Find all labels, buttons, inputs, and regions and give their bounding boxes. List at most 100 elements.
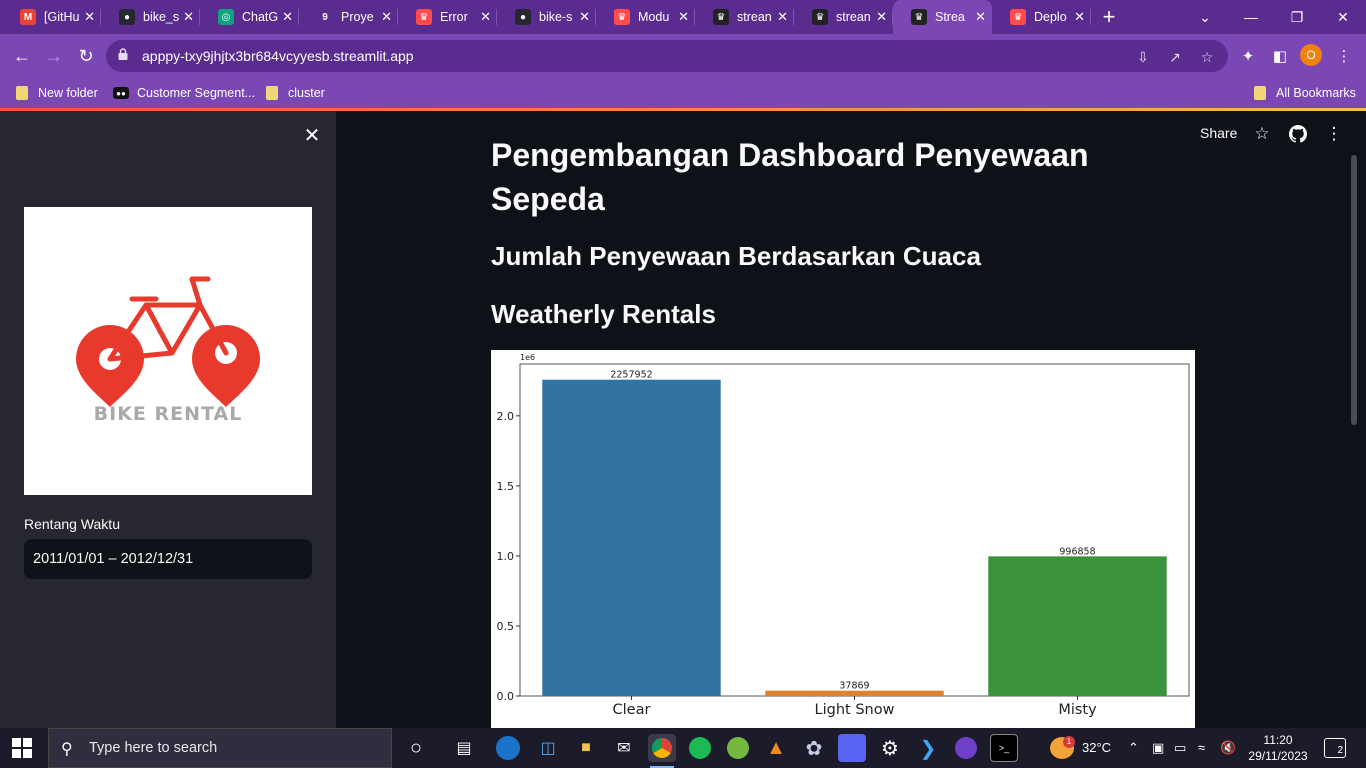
spotify-icon[interactable]: [686, 734, 714, 762]
settings-gear-icon[interactable]: ⚙: [876, 734, 904, 762]
bookmark-star-icon[interactable]: ☆: [1198, 48, 1216, 66]
install-app-icon[interactable]: ⇩: [1134, 48, 1152, 66]
tab-title: Proye: [341, 10, 374, 24]
share-page-icon[interactable]: ↗: [1166, 48, 1184, 66]
close-tab-icon[interactable]: ✕: [678, 9, 689, 25]
close-tab-icon[interactable]: ✕: [777, 9, 788, 25]
tab-search-icon[interactable]: ⌄: [1182, 0, 1228, 34]
battery-icon[interactable]: ▭: [1174, 740, 1186, 756]
new-tab-button[interactable]: +: [1091, 4, 1127, 30]
browser-tab[interactable]: 9 Proye ✕: [299, 0, 398, 34]
close-tab-icon[interactable]: ✕: [975, 9, 986, 25]
close-tab-icon[interactable]: ✕: [84, 9, 95, 25]
y-tick-label: 2.0: [497, 410, 515, 423]
weather-temp[interactable]: 32°C: [1082, 740, 1111, 755]
app-swirl-icon[interactable]: ✿: [800, 734, 828, 762]
mail-icon[interactable]: ✉: [610, 734, 638, 762]
browser-tab[interactable]: ♛ Error ✕: [398, 0, 497, 34]
file-explorer-icon[interactable]: ■: [572, 734, 600, 762]
tab-title: ChatG: [242, 10, 279, 24]
close-tab-icon[interactable]: ✕: [876, 9, 887, 25]
all-bookmarks[interactable]: All Bookmarks: [1254, 83, 1356, 103]
tab-list: M [GitHu ✕ ● bike_s ✕ ◎ ChatG ✕ 9 Proye ✕ ♛ Error ✕ ● bi…: [0, 0, 1091, 34]
weather-bar-chart: 0.0 0.5 1.0 1.5 2.0 1e6 2257952 Clear 37869 Light…: [491, 350, 1195, 728]
scrollbar[interactable]: [1351, 155, 1357, 425]
minimize-button[interactable]: —: [1228, 0, 1274, 34]
terminal-icon[interactable]: >_: [990, 734, 1018, 762]
close-tab-icon[interactable]: ✕: [1074, 9, 1085, 25]
utorrent-icon[interactable]: [724, 734, 752, 762]
medium-icon: ●●: [113, 87, 129, 99]
browser-tab[interactable]: M [GitHu ✕: [2, 0, 101, 34]
forward-icon[interactable]: →: [42, 44, 66, 68]
taskbar-clock[interactable]: 11:20 29/11/2023: [1248, 732, 1308, 764]
extensions-icon[interactable]: ✦: [1236, 44, 1260, 68]
bar: [542, 379, 721, 696]
windows-start-icon[interactable]: [12, 738, 32, 758]
clock-date: 29/11/2023: [1248, 749, 1308, 763]
bar-value-label: 996858: [1059, 546, 1095, 557]
url-field[interactable]: apppy-txy9jhjtx3br684vcyyesb.streamlit.a…: [106, 40, 1228, 72]
browser-tab[interactable]: ♛ Deplo ✕: [992, 0, 1091, 34]
tab-title: bike_s: [143, 10, 180, 24]
streamlit-crown-icon: ♛: [812, 9, 828, 25]
share-button[interactable]: Share: [1200, 125, 1237, 141]
meet-now-icon[interactable]: ▣: [1152, 740, 1164, 756]
date-range-input[interactable]: 2011/01/01 – 2012/12/31: [24, 539, 312, 579]
close-tab-icon[interactable]: ✕: [480, 9, 491, 25]
edge-icon[interactable]: [496, 736, 520, 760]
bookmark-customer-segment[interactable]: ●● Customer Segment...: [113, 83, 255, 103]
tab-title: Strea: [935, 10, 965, 24]
bookmark-new-folder[interactable]: New folder: [16, 83, 98, 103]
close-tab-icon[interactable]: ✕: [183, 9, 194, 25]
github-icon[interactable]: [1287, 123, 1309, 145]
browser-tab[interactable]: ◎ ChatG ✕: [200, 0, 299, 34]
browser-tab[interactable]: ● bike_s ✕: [101, 0, 200, 34]
taskbar-search[interactable]: ⚲ Type here to search: [48, 728, 392, 768]
notifications-icon[interactable]: 2: [1324, 738, 1346, 758]
chrome-icon[interactable]: [648, 734, 676, 762]
discord-icon[interactable]: [838, 734, 866, 762]
x-tick-label: Clear: [613, 702, 651, 718]
browser-tab[interactable]: ♛ strean ✕: [794, 0, 893, 34]
logo-text: BIKE RENTAL: [93, 403, 243, 425]
main-menu-icon[interactable]: ⋮: [1323, 123, 1345, 145]
vscode-icon[interactable]: ❯: [914, 734, 942, 762]
profile-avatar[interactable]: O: [1300, 44, 1322, 66]
cortana-icon[interactable]: ○: [402, 734, 430, 762]
side-panel-icon[interactable]: ◧: [1268, 44, 1292, 68]
github-desktop-icon[interactable]: [952, 734, 980, 762]
bike-rental-logo: BIKE RENTAL: [24, 207, 312, 495]
close-tab-icon[interactable]: ✕: [282, 9, 293, 25]
bookmark-cluster[interactable]: cluster: [266, 83, 325, 103]
close-tab-icon[interactable]: ✕: [579, 9, 590, 25]
chrome-menu-icon[interactable]: ⋮: [1332, 44, 1356, 68]
streamlit-crown-icon: ♛: [713, 9, 729, 25]
browser-tab[interactable]: ♛ Modu ✕: [596, 0, 695, 34]
reload-icon[interactable]: ↻: [74, 44, 98, 68]
close-window-button[interactable]: ✕: [1320, 0, 1366, 34]
task-view-icon[interactable]: ▤: [450, 734, 478, 762]
volume-muted-icon[interactable]: 🔇: [1220, 740, 1236, 756]
wifi-icon[interactable]: ≈: [1198, 740, 1205, 755]
folder-icon: [266, 86, 278, 100]
gmail-icon: M: [20, 9, 36, 25]
browser-tab-strip: M [GitHu ✕ ● bike_s ✕ ◎ ChatG ✕ 9 Proye ✕ ♛ Error ✕ ● bi…: [0, 0, 1366, 34]
bookmarks-bar: New folder ●● Customer Segment... cluster…: [0, 78, 1366, 108]
vlc-icon[interactable]: ▲: [762, 734, 790, 762]
back-icon[interactable]: ←: [10, 44, 34, 68]
date-range-label: Rentang Waktu: [24, 516, 120, 532]
close-tab-icon[interactable]: ✕: [381, 9, 392, 25]
address-bar: ← → ↻ apppy-txy9jhjtx3br684vcyyesb.strea…: [0, 34, 1366, 78]
search-icon: ⚲: [61, 741, 73, 758]
store-icon[interactable]: ◫: [534, 734, 562, 762]
star-icon[interactable]: ☆: [1251, 123, 1273, 145]
restore-button[interactable]: ❐: [1274, 0, 1320, 34]
browser-tab[interactable]: ♛ Strea ✕: [893, 0, 992, 34]
browser-tab[interactable]: ● bike-s ✕: [497, 0, 596, 34]
browser-tab[interactable]: ♛ strean ✕: [695, 0, 794, 34]
clock-time: 11:20: [1263, 733, 1293, 747]
url-text: apppy-txy9jhjtx3br684vcyyesb.streamlit.a…: [142, 48, 414, 64]
close-sidebar-icon[interactable]: ✕: [300, 123, 324, 147]
show-hidden-icons-icon[interactable]: ⌃: [1128, 740, 1139, 756]
